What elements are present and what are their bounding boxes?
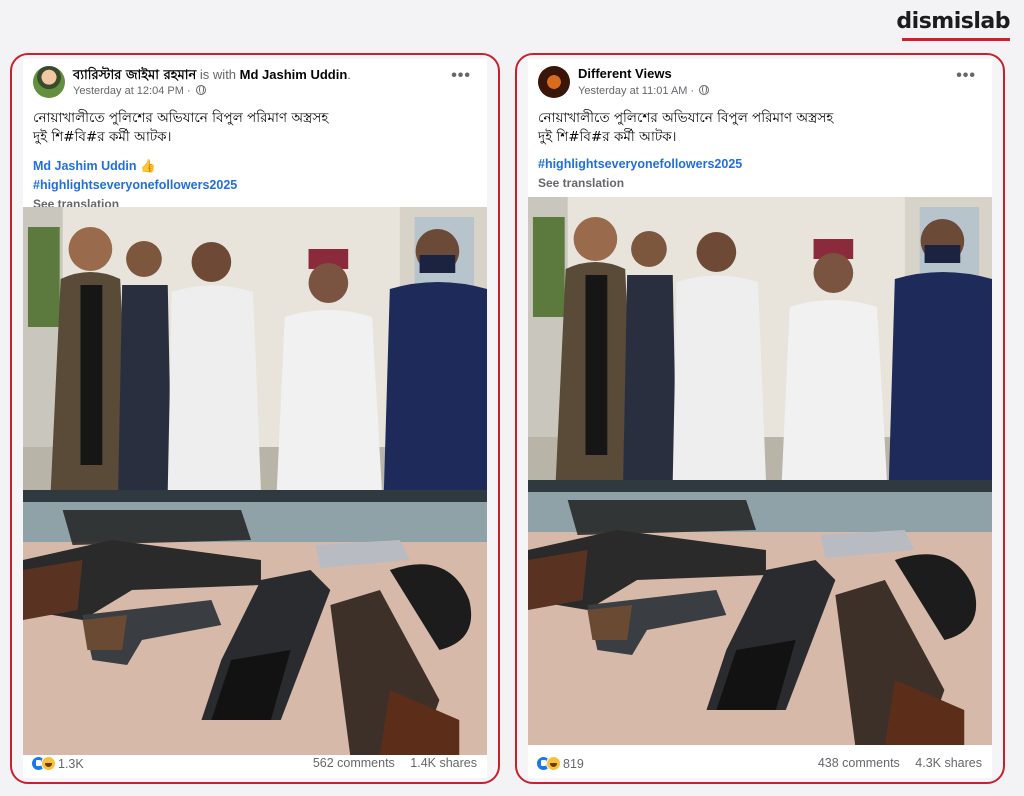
author-name[interactable]: Different Views xyxy=(578,66,672,81)
tagged-person[interactable]: Md Jashim Uddin xyxy=(240,67,348,82)
group-photo xyxy=(23,207,487,490)
author-name[interactable]: ব্যারিস্টার জাইমা রহমান xyxy=(73,68,196,83)
shares-count[interactable]: 1.4K shares xyxy=(410,756,477,770)
facebook-post-1: ব্যারিস্টার জাইমা রহমান is with Md Jashi… xyxy=(23,59,487,778)
avatar[interactable] xyxy=(538,66,570,98)
post-header: ব্যারিস্টার জাইমা রহমান is with Md Jashi… xyxy=(23,59,487,109)
post-footer: 1.3K 562 comments 1.4K shares xyxy=(23,748,487,778)
comments-count[interactable]: 438 comments xyxy=(818,756,900,770)
post-stats: 438 comments 4.3K shares xyxy=(806,756,982,770)
author-line: Different Views xyxy=(578,66,672,81)
reaction-count: 1.3K xyxy=(58,756,84,771)
hashtag-link[interactable]: #highlightseveryonefollowers2025 xyxy=(538,155,982,174)
author-line: ব্যারিস্টার জাইমা রহমান is with Md Jashi… xyxy=(73,66,351,87)
group-photo xyxy=(528,197,992,480)
post-image[interactable] xyxy=(528,197,992,745)
timestamp[interactable]: Yesterday at 12:04 PM xyxy=(73,85,184,97)
brand-logo: dismislab xyxy=(896,9,1010,34)
post-text-line-1: নোয়াখালীতে পুলিশের অভিযানে বিপুল পরিমাণ… xyxy=(33,110,329,126)
post-header: Different Views Yesterday at 11:01 AM · … xyxy=(528,59,992,109)
hashtag-link[interactable]: #highlightseveryonefollowers2025 xyxy=(33,176,477,195)
post-footer: 819 438 comments 4.3K shares xyxy=(528,748,992,778)
more-options-icon[interactable]: ••• xyxy=(451,67,471,85)
mention-link[interactable]: Md Jashim Uddin 👍 xyxy=(33,157,477,176)
post-meta: Yesterday at 11:01 AM · xyxy=(578,85,710,97)
reactions[interactable]: 1.3K xyxy=(31,756,84,772)
post-stats: 562 comments 1.4K shares xyxy=(301,756,477,770)
timestamp[interactable]: Yesterday at 11:01 AM xyxy=(578,85,687,97)
post-card-2: Different Views Yesterday at 11:01 AM · … xyxy=(515,53,1005,784)
weapons-photo xyxy=(528,480,992,745)
post-image[interactable] xyxy=(23,207,487,755)
comments-count[interactable]: 562 comments xyxy=(313,756,395,770)
post-text-line-1: নোয়াখালীতে পুলিশের অভিযানে বিপুল পরিমাণ… xyxy=(538,110,834,126)
brand-underline xyxy=(902,38,1010,41)
post-card-1: ব্যারিস্টার জাইমা রহমান is with Md Jashi… xyxy=(10,53,500,784)
globe-icon xyxy=(195,85,206,95)
shares-count[interactable]: 4.3K shares xyxy=(915,756,982,770)
facebook-post-2: Different Views Yesterday at 11:01 AM · … xyxy=(528,59,992,778)
post-body: নোয়াখালীতে পুলিশের অভিযানে বিপুল পরিমাণ… xyxy=(23,109,487,214)
with-text: is with xyxy=(199,67,237,82)
haha-reaction-icon xyxy=(546,756,561,772)
post-meta: Yesterday at 12:04 PM · xyxy=(73,85,206,97)
post-text-line-2: দুই শি#বি#র কর্মী আটক। xyxy=(538,129,677,145)
with-suffix: . xyxy=(347,67,351,82)
post-text-line-2: দুই শি#বি#র কর্মী আটক। xyxy=(33,129,172,145)
globe-icon xyxy=(699,85,710,95)
haha-reaction-icon xyxy=(41,756,56,772)
weapons-photo xyxy=(23,490,487,755)
more-options-icon[interactable]: ••• xyxy=(956,67,976,85)
reactions[interactable]: 819 xyxy=(536,756,584,772)
reaction-count: 819 xyxy=(563,756,584,771)
avatar[interactable] xyxy=(33,66,65,98)
see-translation-link[interactable]: See translation xyxy=(538,174,982,193)
post-body: নোয়াখালীতে পুলিশের অভিযানে বিপুল পরিমাণ… xyxy=(528,109,992,193)
